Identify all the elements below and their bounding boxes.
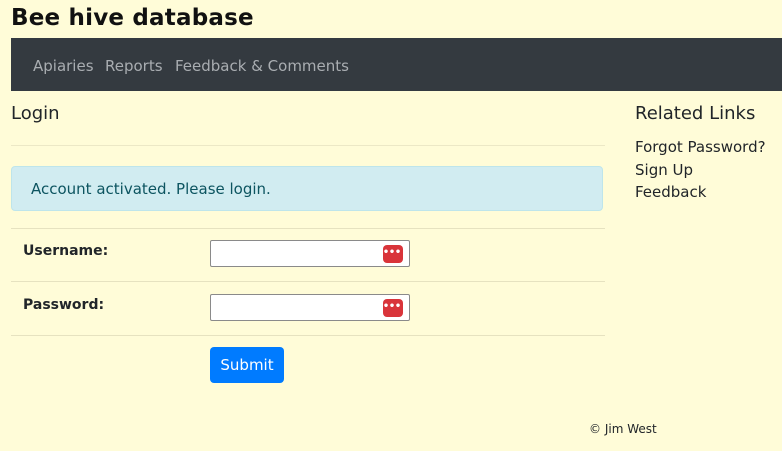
status-alert: Account activated. Please login. bbox=[11, 166, 603, 211]
nav-item-feedback-comments[interactable]: Feedback & Comments bbox=[175, 57, 349, 75]
divider bbox=[11, 145, 605, 146]
feedback-link[interactable]: Feedback bbox=[635, 183, 706, 201]
site-title: Bee hive database bbox=[11, 5, 254, 31]
password-label: Password: bbox=[23, 297, 105, 313]
divider bbox=[11, 335, 605, 336]
username-input[interactable]: •••| bbox=[210, 240, 410, 267]
divider bbox=[11, 281, 605, 282]
password-input[interactable]: •••| bbox=[210, 294, 410, 321]
password-manager-icon[interactable]: •••| bbox=[383, 299, 407, 317]
footer-copyright: © Jim West bbox=[589, 422, 657, 436]
sign-up-link[interactable]: Sign Up bbox=[635, 161, 693, 179]
nav-item-reports[interactable]: Reports bbox=[105, 57, 163, 75]
forgot-password-link[interactable]: Forgot Password? bbox=[635, 138, 766, 156]
sidebar-heading: Related Links bbox=[635, 103, 756, 124]
page-title: Login bbox=[11, 103, 60, 124]
username-label: Username: bbox=[23, 243, 109, 259]
submit-button[interactable]: Submit bbox=[210, 347, 284, 383]
nav-item-apiaries[interactable]: Apiaries bbox=[33, 57, 94, 75]
password-manager-icon[interactable]: •••| bbox=[383, 245, 407, 263]
divider bbox=[11, 228, 605, 229]
top-navbar: Apiaries Reports Feedback & Comments bbox=[11, 38, 782, 91]
